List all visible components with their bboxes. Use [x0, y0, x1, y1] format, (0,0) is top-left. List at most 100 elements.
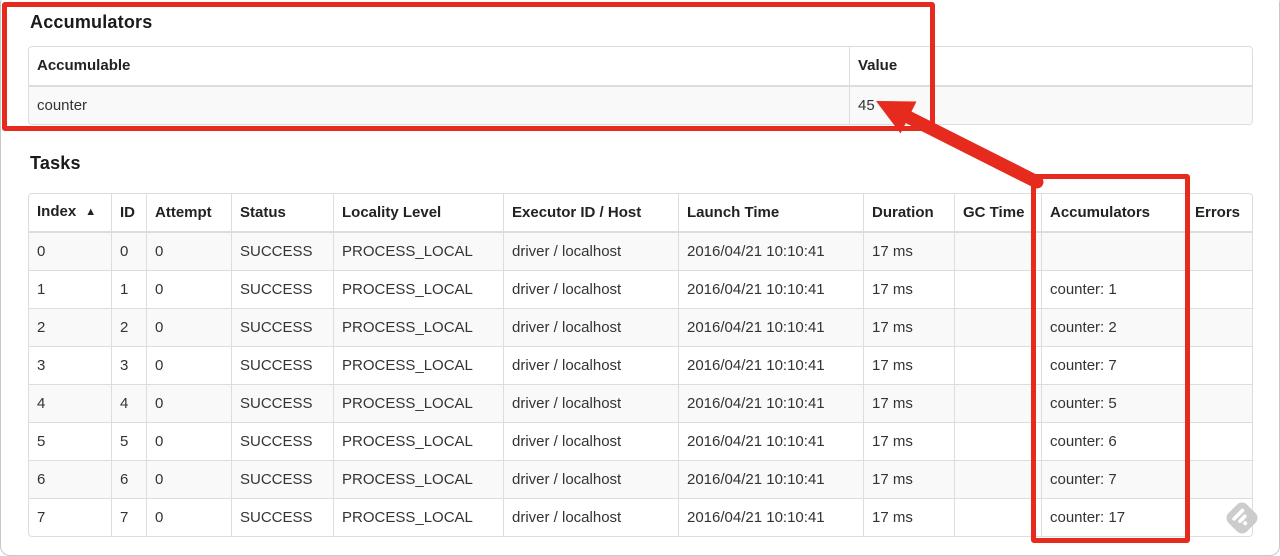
task-cell-attempt: 0	[146, 460, 231, 498]
task-cell-accumulators: counter: 5	[1041, 384, 1186, 422]
accumulable-column-header[interactable]: Accumulable	[29, 47, 849, 87]
task-row: 6 6 0 SUCCESS PROCESS_LOCAL driver / localhos…	[29, 460, 1252, 498]
task-cell-locality-level: PROCESS_LOCAL	[333, 233, 503, 270]
task-cell-duration: 17 ms	[863, 270, 954, 308]
task-cell-id: 6	[111, 460, 146, 498]
task-cell-executor-id-host: driver / localhost	[503, 384, 678, 422]
task-cell-locality-level: PROCESS_LOCAL	[333, 422, 503, 460]
task-cell-id: 2	[111, 308, 146, 346]
col-header-errors[interactable]: Errors	[1186, 194, 1252, 233]
sort-ascending-icon: ▲	[85, 206, 97, 218]
task-cell-locality-level: PROCESS_LOCAL	[333, 498, 503, 536]
task-cell-gc-time	[954, 460, 1041, 498]
task-cell-gc-time	[954, 498, 1041, 536]
task-cell-executor-id-host: driver / localhost	[503, 233, 678, 270]
task-cell-gc-time	[954, 270, 1041, 308]
task-cell-status: SUCCESS	[231, 384, 333, 422]
task-cell-index: 5	[29, 422, 111, 460]
col-header-index-label: Index	[37, 203, 77, 220]
task-cell-launch-time: 2016/04/21 10:10:41	[678, 498, 863, 536]
accumulable-value-cell: 45	[849, 87, 1252, 124]
task-cell-gc-time	[954, 308, 1041, 346]
accumulators-section-title: Accumulators	[30, 12, 153, 32]
task-cell-id: 0	[111, 233, 146, 270]
task-row: 3 3 0 SUCCESS PROCESS_LOCAL driver / localhos…	[29, 346, 1252, 384]
task-cell-errors	[1186, 233, 1252, 270]
task-cell-launch-time: 2016/04/21 10:10:41	[678, 233, 863, 270]
col-header-executor-id-host[interactable]: Executor ID / Host	[503, 194, 678, 233]
task-cell-executor-id-host: driver / localhost	[503, 460, 678, 498]
task-cell-id: 1	[111, 270, 146, 308]
task-cell-index: 6	[29, 460, 111, 498]
task-cell-index: 3	[29, 346, 111, 384]
task-cell-accumulators: counter: 7	[1041, 346, 1186, 384]
task-cell-status: SUCCESS	[231, 233, 333, 270]
accumulable-name-cell: counter	[37, 97, 88, 114]
task-cell-index: 7	[29, 498, 111, 536]
task-cell-executor-id-host: driver / localhost	[503, 422, 678, 460]
task-cell-locality-level: PROCESS_LOCAL	[333, 270, 503, 308]
col-header-gc-time[interactable]: GC Time	[954, 194, 1041, 233]
task-cell-launch-time: 2016/04/21 10:10:41	[678, 270, 863, 308]
task-cell-accumulators: counter: 1	[1041, 270, 1186, 308]
task-cell-duration: 17 ms	[863, 308, 954, 346]
task-cell-status: SUCCESS	[231, 498, 333, 536]
task-cell-attempt: 0	[146, 346, 231, 384]
tasks-section-title: Tasks	[30, 153, 81, 173]
task-cell-locality-level: PROCESS_LOCAL	[333, 460, 503, 498]
col-header-locality-level[interactable]: Locality Level	[333, 194, 503, 233]
task-row: 5 5 0 SUCCESS PROCESS_LOCAL driver / localhos…	[29, 422, 1252, 460]
accumulators-table: Accumulable Value counter 45	[28, 46, 1253, 125]
task-cell-gc-time	[954, 422, 1041, 460]
task-cell-gc-time	[954, 233, 1041, 270]
col-header-attempt[interactable]: Attempt	[146, 194, 231, 233]
col-header-status[interactable]: Status	[231, 194, 333, 233]
task-cell-attempt: 0	[146, 270, 231, 308]
col-header-accumulators[interactable]: Accumulators	[1041, 194, 1186, 233]
task-cell-status: SUCCESS	[231, 270, 333, 308]
task-cell-locality-level: PROCESS_LOCAL	[333, 346, 503, 384]
task-row: 2 2 0 SUCCESS PROCESS_LOCAL driver / localhos…	[29, 308, 1252, 346]
task-cell-locality-level: PROCESS_LOCAL	[333, 308, 503, 346]
task-cell-launch-time: 2016/04/21 10:10:41	[678, 422, 863, 460]
task-cell-attempt: 0	[146, 422, 231, 460]
task-cell-launch-time: 2016/04/21 10:10:41	[678, 308, 863, 346]
col-header-index[interactable]: Index ▲	[29, 194, 111, 233]
value-column-header[interactable]: Value	[849, 47, 1252, 87]
task-cell-launch-time: 2016/04/21 10:10:41	[678, 346, 863, 384]
stage-detail-page: Accumulators Accumulable Value counter 4…	[0, 0, 1280, 537]
task-cell-duration: 17 ms	[863, 233, 954, 270]
task-row: 0 0 0 SUCCESS PROCESS_LOCAL driver / localhos…	[29, 233, 1252, 270]
tasks-table-body: 0 0 0 SUCCESS PROCESS_LOCAL driver / localhos…	[29, 233, 1252, 536]
task-cell-errors	[1186, 308, 1252, 346]
col-header-id[interactable]: ID	[111, 194, 146, 233]
task-cell-launch-time: 2016/04/21 10:10:41	[678, 460, 863, 498]
tasks-header-row: Index ▲ ID Attempt Status Locality Level …	[29, 194, 1252, 233]
task-cell-duration: 17 ms	[863, 460, 954, 498]
col-header-duration[interactable]: Duration	[863, 194, 954, 233]
task-cell-accumulators: counter: 2	[1041, 308, 1186, 346]
task-cell-executor-id-host: driver / localhost	[503, 346, 678, 384]
col-header-launch-time[interactable]: Launch Time	[678, 194, 863, 233]
task-cell-id: 3	[111, 346, 146, 384]
task-cell-status: SUCCESS	[231, 460, 333, 498]
task-cell-status: SUCCESS	[231, 422, 333, 460]
task-cell-attempt: 0	[146, 233, 231, 270]
task-cell-locality-level: PROCESS_LOCAL	[333, 384, 503, 422]
task-cell-executor-id-host: driver / localhost	[503, 308, 678, 346]
task-cell-errors	[1186, 270, 1252, 308]
task-cell-executor-id-host: driver / localhost	[503, 270, 678, 308]
task-cell-duration: 17 ms	[863, 346, 954, 384]
task-row: 4 4 0 SUCCESS PROCESS_LOCAL driver / localhos…	[29, 384, 1252, 422]
task-row: 1 1 0 SUCCESS PROCESS_LOCAL driver / localhos…	[29, 270, 1252, 308]
task-cell-attempt: 0	[146, 498, 231, 536]
task-cell-id: 7	[111, 498, 146, 536]
task-cell-launch-time: 2016/04/21 10:10:41	[678, 384, 863, 422]
task-cell-index: 2	[29, 308, 111, 346]
task-cell-duration: 17 ms	[863, 498, 954, 536]
task-cell-status: SUCCESS	[231, 346, 333, 384]
task-cell-index: 0	[37, 243, 46, 260]
task-cell-duration: 17 ms	[863, 384, 954, 422]
task-cell-id: 4	[111, 384, 146, 422]
accumulator-row: counter 45	[29, 87, 1252, 124]
